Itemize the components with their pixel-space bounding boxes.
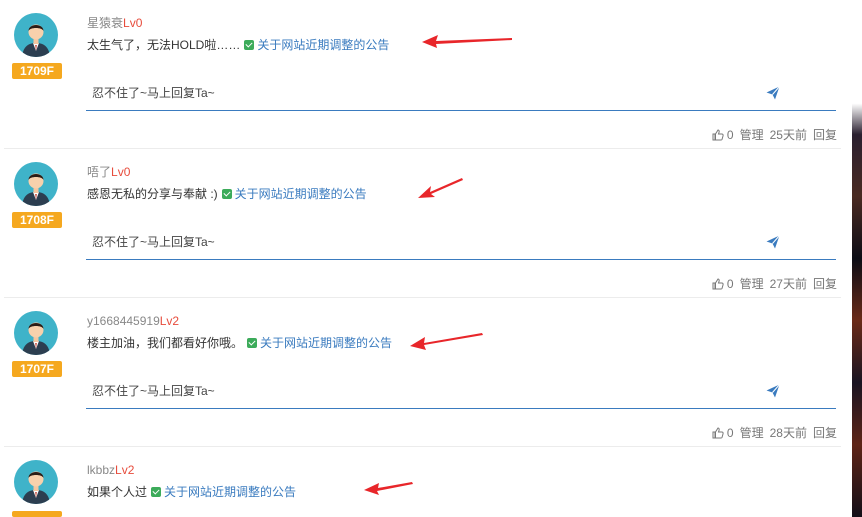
comment-author: lkbbzLv2 bbox=[87, 463, 134, 477]
post-link[interactable]: 关于网站近期调整的公告 bbox=[235, 187, 367, 201]
user-avatar-icon bbox=[22, 471, 50, 504]
red-arrow-annotation bbox=[422, 35, 512, 48]
reply-input[interactable] bbox=[86, 225, 746, 259]
comment-content: 楼主加油，我们都看好你哦。 关于网站近期调整的公告 bbox=[87, 335, 392, 351]
reply-link[interactable]: 回复 bbox=[813, 277, 837, 291]
comment-time: 25天前 bbox=[769, 128, 807, 142]
reply-link[interactable]: 回复 bbox=[813, 426, 837, 440]
check-square-icon bbox=[247, 338, 258, 348]
comment-item: 1708F 唔了Lv0 感恩无私的分享与奉献 :) 关于网站近期调整的公告 0 管理… bbox=[4, 149, 841, 298]
red-arrow-annotation bbox=[418, 178, 463, 198]
paper-plane-icon[interactable] bbox=[766, 86, 780, 100]
like-button[interactable]: 0 bbox=[712, 426, 734, 440]
manage-link[interactable]: 管理 bbox=[740, 128, 764, 142]
comment-text: 太生气了，无法HOLD啦…… bbox=[87, 38, 241, 52]
reply-input[interactable] bbox=[86, 374, 746, 408]
comment-text: 楼主加油，我们都看好你哦。 bbox=[87, 336, 244, 350]
username[interactable]: 唔了 bbox=[87, 165, 111, 179]
comment-item: 1707F y1668445919Lv2 楼主加油，我们都看好你哦。 关于网站近期… bbox=[4, 298, 841, 447]
post-link[interactable]: 关于网站近期调整的公告 bbox=[257, 38, 389, 52]
user-avatar-icon bbox=[22, 173, 50, 206]
comment-actions: 0 管理 25天前 回复 bbox=[712, 126, 837, 143]
floor-badge: 1707F bbox=[12, 361, 62, 377]
manage-link[interactable]: 管理 bbox=[740, 277, 764, 291]
paper-plane-icon[interactable] bbox=[766, 384, 780, 398]
comment-content: 太生气了，无法HOLD啦…… 关于网站近期调整的公告 bbox=[87, 37, 389, 53]
comment-text: 感恩无私的分享与奉献 :) bbox=[87, 187, 218, 201]
comment-author: 星猿衰Lv0 bbox=[87, 16, 142, 30]
post-link[interactable]: 关于网站近期调整的公告 bbox=[164, 485, 296, 499]
background-image-strip bbox=[852, 0, 862, 517]
user-avatar-icon bbox=[22, 322, 50, 355]
like-button[interactable]: 0 bbox=[712, 277, 734, 291]
reply-link[interactable]: 回复 bbox=[813, 128, 837, 142]
avatar[interactable] bbox=[14, 162, 58, 206]
reply-box bbox=[86, 374, 836, 409]
username[interactable]: lkbbz bbox=[87, 463, 115, 477]
like-button[interactable]: 0 bbox=[712, 128, 734, 142]
comment-content: 如果个人过 关于网站近期调整的公告 bbox=[87, 484, 296, 500]
check-square-icon bbox=[221, 189, 232, 199]
comment-actions: 0 管理 27天前 回复 bbox=[712, 275, 837, 292]
floor-badge: 1708F bbox=[12, 212, 62, 228]
user-level: Lv0 bbox=[123, 16, 143, 30]
avatar[interactable] bbox=[14, 13, 58, 57]
floor-badge bbox=[12, 511, 62, 517]
comment-item: 1709F 星猿衰Lv0 太生气了，无法HOLD啦…… 关于网站近期调整的公告 0… bbox=[4, 0, 841, 149]
username[interactable]: y1668445919 bbox=[87, 314, 160, 328]
paper-plane-icon[interactable] bbox=[766, 235, 780, 249]
user-level: Lv2 bbox=[159, 314, 180, 328]
comment-time: 27天前 bbox=[769, 277, 807, 291]
comment-content: 感恩无私的分享与奉献 :) 关于网站近期调整的公告 bbox=[87, 186, 367, 202]
avatar[interactable] bbox=[14, 311, 58, 355]
comment-author: 唔了Lv0 bbox=[87, 165, 130, 179]
user-level: Lv0 bbox=[111, 165, 131, 179]
reply-input[interactable] bbox=[86, 76, 746, 110]
check-square-icon bbox=[244, 40, 255, 50]
thumbs-up-icon bbox=[712, 129, 724, 141]
like-count: 0 bbox=[726, 277, 734, 291]
comment-actions: 0 管理 28天前 回复 bbox=[712, 424, 837, 441]
comment-time: 28天前 bbox=[769, 426, 807, 440]
post-link[interactable]: 关于网站近期调整的公告 bbox=[260, 336, 392, 350]
reply-box bbox=[86, 225, 836, 260]
user-avatar-icon bbox=[22, 24, 50, 57]
comment-text: 如果个人过 bbox=[87, 485, 148, 499]
comment-item: lkbbzLv2 如果个人过 关于网站近期调整的公告 bbox=[4, 447, 841, 517]
like-count: 0 bbox=[726, 128, 734, 142]
manage-link[interactable]: 管理 bbox=[740, 426, 764, 440]
floor-badge: 1709F bbox=[12, 63, 62, 79]
thumbs-up-icon bbox=[712, 427, 724, 439]
red-arrow-annotation bbox=[364, 482, 413, 495]
red-arrow-annotation bbox=[410, 333, 483, 350]
comment-author: y1668445919Lv2 bbox=[87, 314, 179, 328]
check-square-icon bbox=[151, 487, 162, 497]
reply-box bbox=[86, 76, 836, 111]
username[interactable]: 星猿衰 bbox=[87, 16, 123, 30]
thumbs-up-icon bbox=[712, 278, 724, 290]
avatar[interactable] bbox=[14, 460, 58, 504]
like-count: 0 bbox=[726, 426, 734, 440]
user-level: Lv2 bbox=[115, 463, 135, 477]
